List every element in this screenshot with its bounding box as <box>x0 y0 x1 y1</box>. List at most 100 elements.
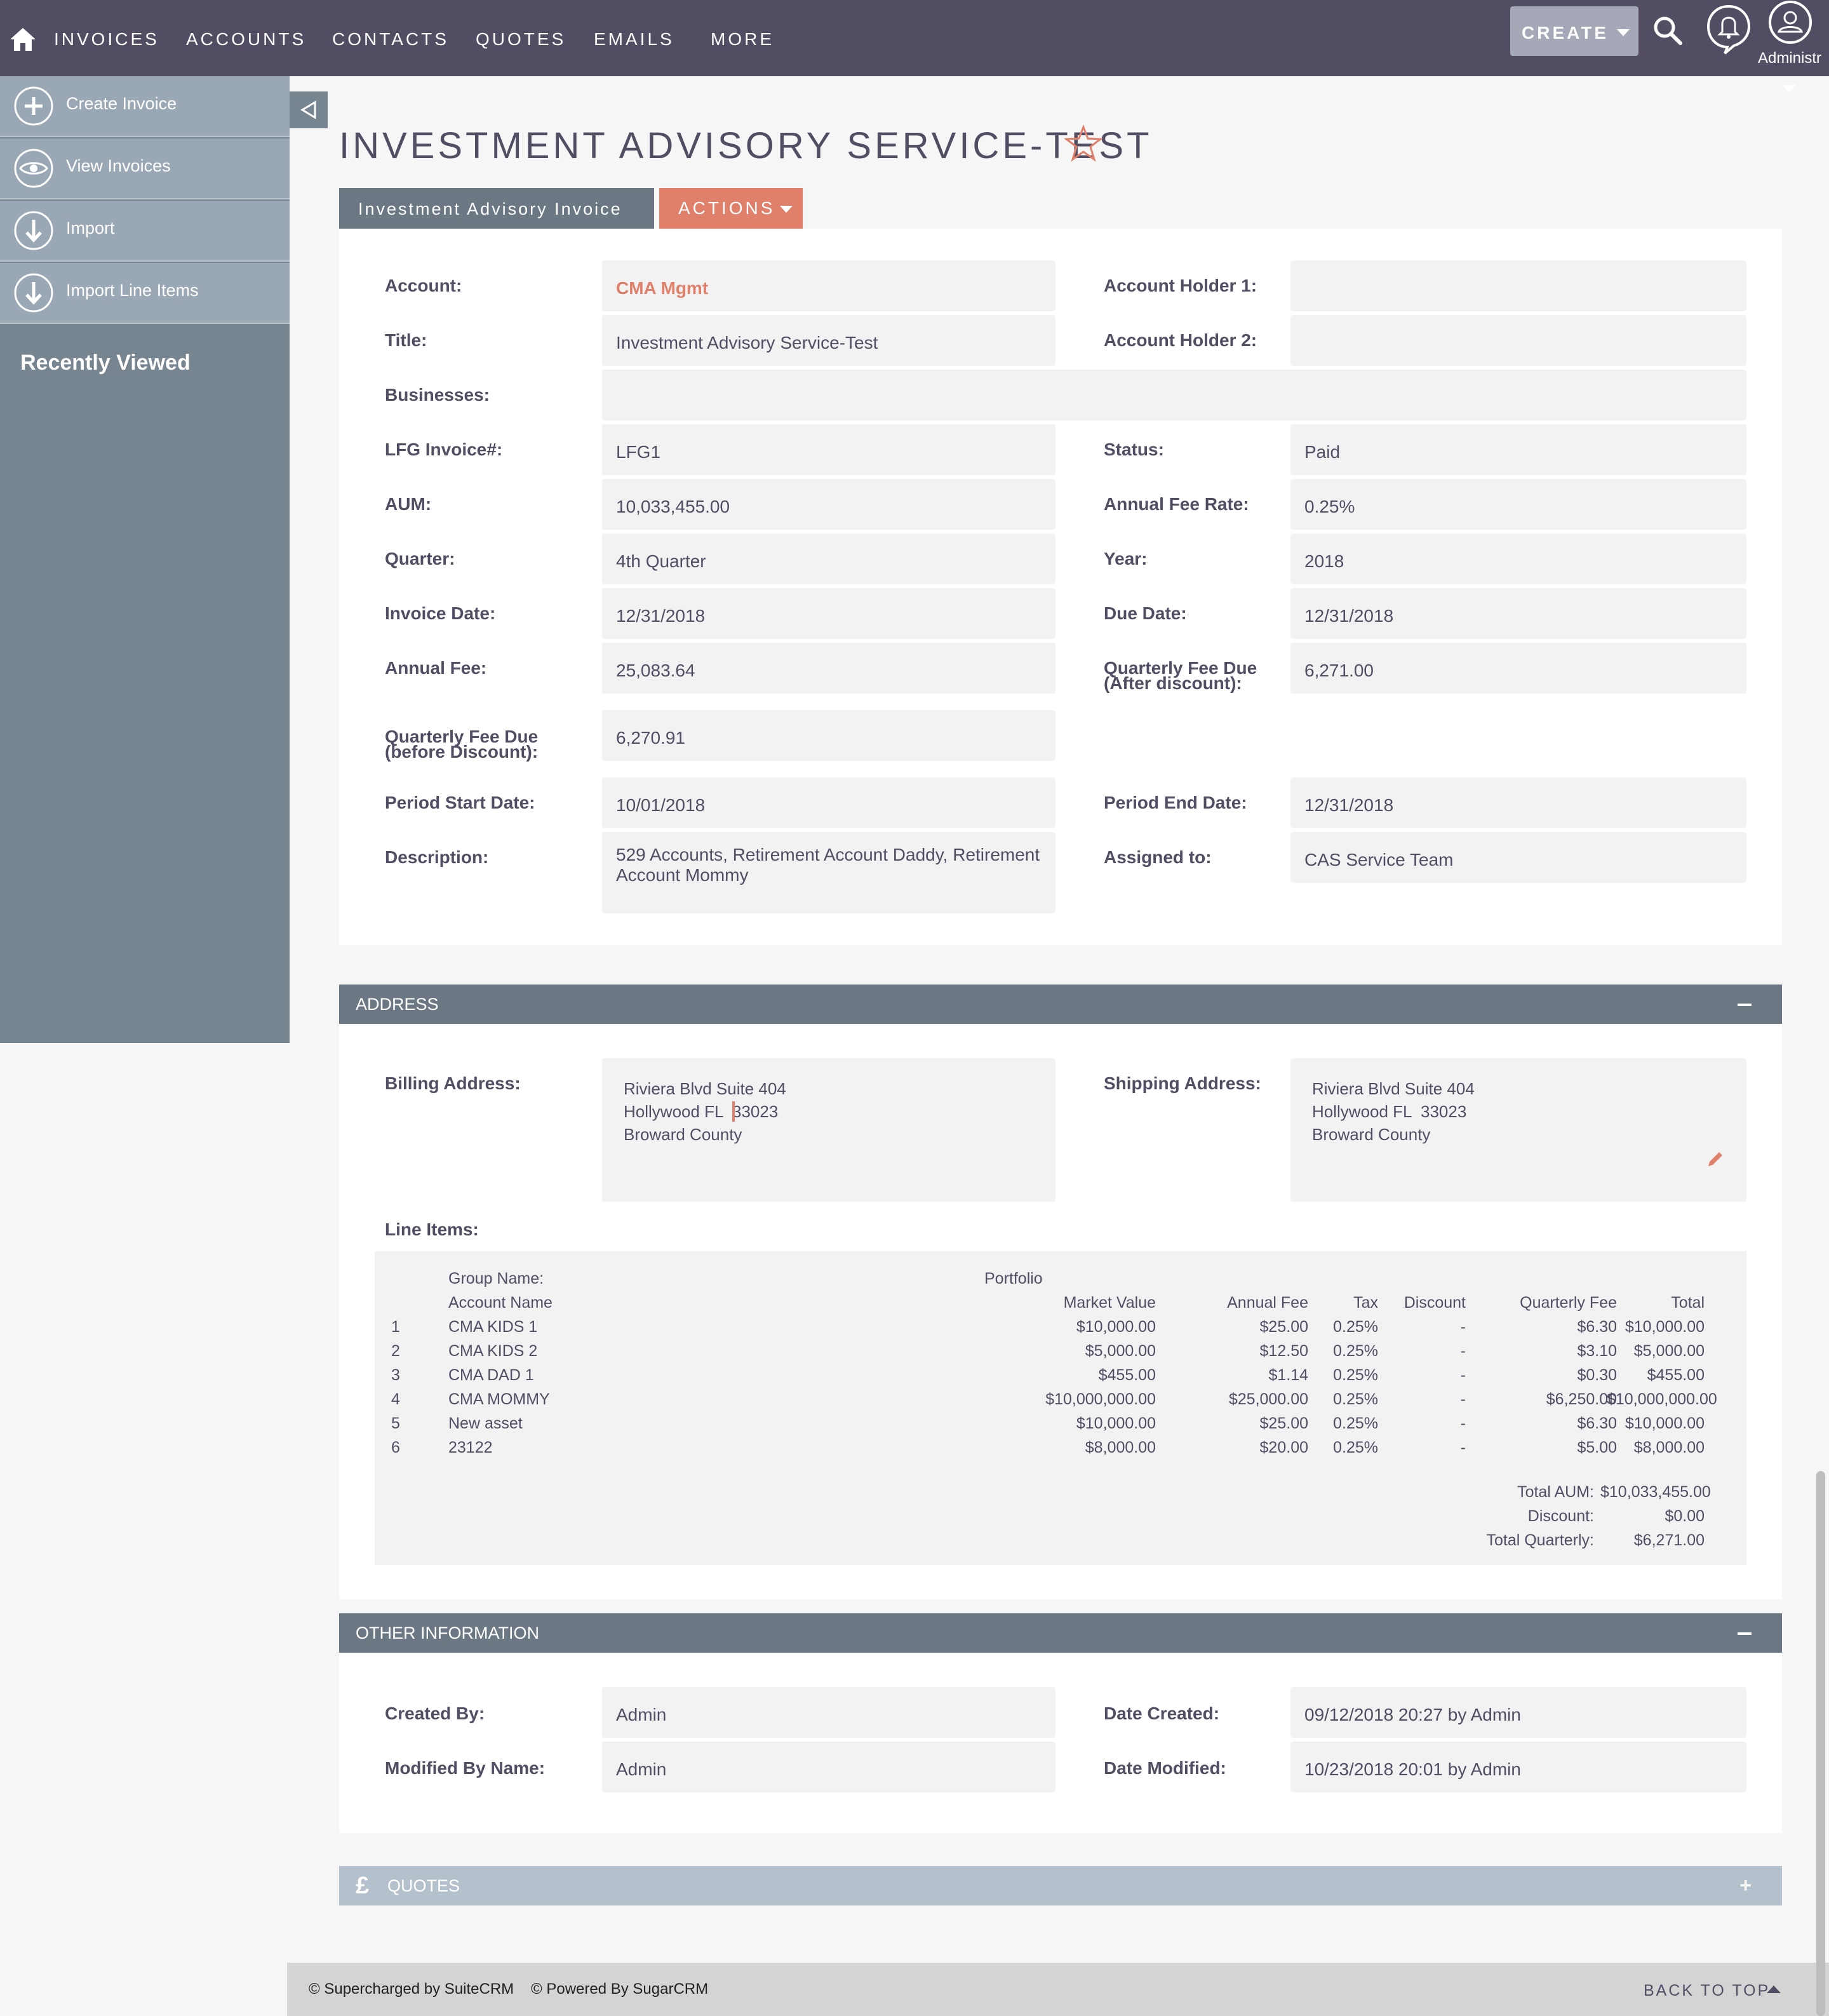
sidebar-item-import[interactable]: Import <box>0 201 290 262</box>
discount-total-label: Discount: <box>1527 1507 1594 1525</box>
account-holder-1-value <box>1290 260 1746 311</box>
field-label-status: Status: <box>1104 440 1164 459</box>
field-value: 6,270.91 <box>616 728 685 748</box>
address-section-header[interactable]: ADDRESS <box>339 984 1782 1024</box>
cell-market-value: $10,000,000.00 <box>1045 1390 1156 1408</box>
field-label-due-date: Due Date: <box>1104 603 1187 623</box>
actions-dropdown-button[interactable]: ACTIONS <box>659 188 803 229</box>
due-date-value: 12/31/2018 <box>1290 588 1746 639</box>
nav-emails[interactable]: EMAILS <box>594 29 674 50</box>
home-icon[interactable] <box>9 25 37 53</box>
field-label-date-created: Date Created: <box>1104 1704 1220 1723</box>
billing-address-value: Riviera Blvd Suite 404 Hollywood FL 3302… <box>602 1058 1055 1202</box>
label-line: (before Discount): <box>385 742 539 762</box>
collapse-minus-icon[interactable] <box>1738 1004 1752 1006</box>
cell-row-number: 4 <box>391 1390 400 1408</box>
nav-contacts[interactable]: CONTACTS <box>332 29 449 50</box>
tab-detail-view[interactable]: Investment Advisory Invoice <box>339 188 654 229</box>
cell-annual-fee: $25,000.00 <box>1228 1390 1308 1408</box>
nav-more[interactable]: MORE <box>711 29 774 50</box>
field-label-annual-fee-rate: Annual Fee Rate: <box>1104 494 1249 514</box>
status-value: Paid <box>1290 424 1746 475</box>
total-quarterly-value: $6,271.00 <box>1633 1531 1705 1549</box>
field-label-billing-address: Billing Address: <box>385 1073 521 1093</box>
cell-tax: 0.25% <box>1333 1390 1378 1408</box>
back-to-top-link[interactable]: BACK TO TOP <box>1644 1982 1770 2000</box>
eye-icon <box>14 149 53 188</box>
cell-row-number: 2 <box>391 1342 400 1360</box>
shipping-address-line: Hollywood FL 33023 <box>1312 1102 1467 1121</box>
sidebar-item-create-invoice[interactable]: Create Invoice <box>0 76 290 137</box>
edit-pencil-icon[interactable] <box>1706 1150 1725 1169</box>
modified-by-value: Admin <box>602 1742 1055 1792</box>
field-value: 2018 <box>1304 551 1344 571</box>
discount-total-value: $0.00 <box>1665 1507 1705 1525</box>
cell-discount: - <box>1460 1439 1466 1456</box>
footer: © Supercharged by SuiteCRM © Powered By … <box>287 1963 1829 2016</box>
notification-bell-icon[interactable] <box>1706 4 1752 55</box>
cell-row-number: 5 <box>391 1415 400 1432</box>
invoice-number-value: LFG1 <box>602 424 1055 475</box>
cell-quarterly-fee: $3.10 <box>1577 1342 1617 1360</box>
cell-account-name: New asset <box>448 1415 523 1432</box>
user-avatar-icon[interactable] <box>1768 0 1812 44</box>
chevron-down-icon[interactable] <box>1782 85 1796 93</box>
footer-suitecrm-link[interactable]: © Supercharged by SuiteCRM <box>309 1980 514 1998</box>
page-title: INVESTMENT ADVISORY SERVICE-TEST <box>339 125 1153 166</box>
quarter-value: 4th Quarter <box>602 534 1055 584</box>
field-value: 10,033,455.00 <box>616 497 730 516</box>
chevron-down-icon <box>780 206 793 213</box>
cell-market-value: $10,000.00 <box>1076 1318 1156 1336</box>
section-title: QUOTES <box>387 1876 460 1895</box>
footer-sugarcrm-link[interactable]: © Powered By SugarCRM <box>531 1980 708 1998</box>
cell-row-number: 1 <box>391 1318 400 1336</box>
column-header-market-value: Market Value <box>1063 1294 1156 1312</box>
cell-account-name: CMA DAD 1 <box>448 1366 534 1384</box>
field-value: 10/01/2018 <box>616 795 706 815</box>
cell-quarterly-fee: $6,250.00 <box>1546 1390 1617 1408</box>
cell-tax: 0.25% <box>1333 1366 1378 1384</box>
chevron-up-icon[interactable] <box>1767 1986 1781 1993</box>
field-value: 10/23/2018 20:01 by Admin <box>1304 1759 1521 1779</box>
sidebar-collapse-button[interactable] <box>290 91 328 128</box>
cell-total: $10,000.00 <box>1625 1415 1705 1432</box>
create-button[interactable]: CREATE <box>1510 6 1638 56</box>
field-label-account-holder-1: Account Holder 1: <box>1104 276 1257 295</box>
field-label-account-holder-2: Account Holder 2: <box>1104 330 1257 350</box>
cell-quarterly-fee: $6.30 <box>1577 1318 1617 1336</box>
annual-fee-value: 25,083.64 <box>602 643 1055 694</box>
expand-plus-icon[interactable]: + <box>1739 1874 1752 1897</box>
nav-invoices[interactable]: INVOICES <box>54 29 159 50</box>
field-label-year: Year: <box>1104 549 1148 568</box>
field-value: 09/12/2018 20:27 by Admin <box>1304 1705 1521 1724</box>
account-holder-2-value <box>1290 315 1746 366</box>
column-header-account-name: Account Name <box>448 1294 553 1312</box>
column-header-quarterly-fee: Quarterly Fee <box>1520 1294 1617 1312</box>
favorite-star-icon[interactable] <box>1064 124 1102 163</box>
download-icon <box>14 211 53 250</box>
sidebar-item-import-line-items[interactable]: Import Line Items <box>0 263 290 324</box>
sidebar-item-view-invoices[interactable]: View Invoices <box>0 138 290 199</box>
field-value: Admin <box>616 1705 667 1724</box>
field-label-period-end-date: Period End Date: <box>1104 793 1247 812</box>
quotes-subpanel-header[interactable]: £ QUOTES + <box>339 1866 1782 1905</box>
field-value: CAS Service Team <box>1304 850 1454 870</box>
cell-account-name: CMA KIDS 2 <box>448 1342 538 1360</box>
nav-quotes[interactable]: QUOTES <box>476 29 566 50</box>
billing-address-line: Hollywood FL 33023 <box>624 1102 779 1121</box>
user-menu-label[interactable]: Administr <box>1758 50 1821 67</box>
page-scrollbar[interactable] <box>1816 1471 1825 2016</box>
field-label-businesses: Businesses: <box>385 385 490 405</box>
column-header-total: Total <box>1671 1294 1705 1312</box>
cell-tax: 0.25% <box>1333 1342 1378 1360</box>
collapse-minus-icon[interactable] <box>1738 1632 1752 1635</box>
cell-total: $10,000,000.00 <box>1607 1390 1717 1408</box>
account-link[interactable]: CMA Mgmt <box>616 278 708 299</box>
nav-accounts[interactable]: ACCOUNTS <box>186 29 306 50</box>
text-cursor <box>732 1101 735 1122</box>
search-icon[interactable] <box>1652 15 1683 46</box>
period-start-date-value: 10/01/2018 <box>602 777 1055 828</box>
plus-circle-icon <box>14 86 53 126</box>
other-information-section-header[interactable]: OTHER INFORMATION <box>339 1613 1782 1653</box>
cell-market-value: $5,000.00 <box>1085 1342 1156 1360</box>
